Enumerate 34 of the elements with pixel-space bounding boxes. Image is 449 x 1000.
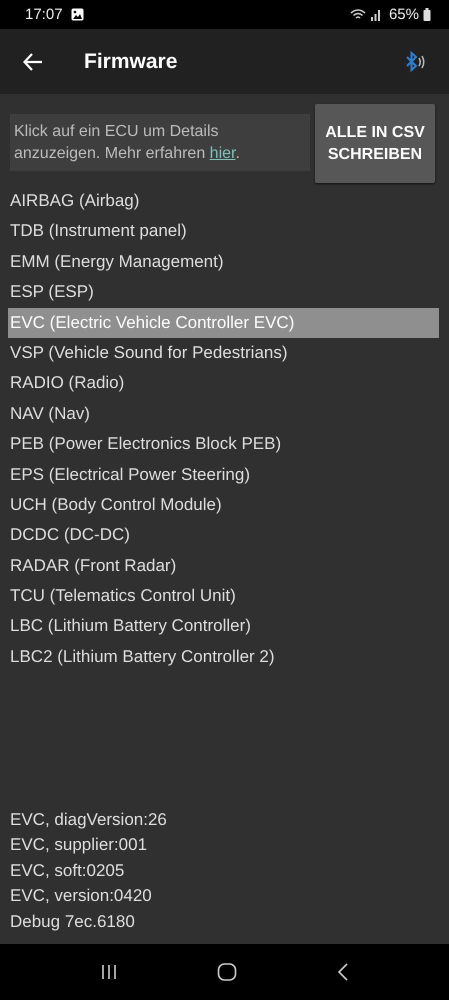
- signal-icon: [370, 8, 382, 20]
- ecu-list-item[interactable]: EMM (Energy Management): [8, 246, 439, 278]
- status-time: 17:07: [25, 6, 63, 23]
- ecu-list-item[interactable]: AIRBAG (Airbag): [8, 186, 439, 216]
- battery-icon: [423, 8, 431, 21]
- detail-line: EVC, version:0420: [10, 885, 153, 907]
- battery-percent: 65%: [388, 6, 419, 23]
- ecu-list-item[interactable]: UCH (Body Control Module): [8, 490, 439, 520]
- ecu-list-item[interactable]: EPS (Electrical Power Steering): [8, 460, 439, 490]
- ecu-list-item[interactable]: TDB (Instrument panel): [8, 216, 439, 247]
- home-icon[interactable]: [217, 963, 238, 981]
- ecu-list-item[interactable]: LBC2 (Lithium Battery Controller 2): [8, 642, 439, 672]
- export-csv-button[interactable]: ALLE IN CSV SCHREIBEN: [315, 104, 435, 183]
- image-icon: [70, 8, 84, 21]
- learn-more-link[interactable]: hier: [210, 145, 236, 162]
- ecu-list-item[interactable]: NAV (Nav): [8, 398, 439, 430]
- ecu-list-item[interactable]: RADIO (Radio): [8, 368, 439, 399]
- ecu-list-item[interactable]: RADAR (Front Radar): [8, 550, 439, 582]
- detail-line: Debug 7ec.6180: [10, 910, 136, 932]
- wifi-icon: [350, 8, 366, 20]
- detail-line: EVC, soft:0205: [10, 860, 126, 882]
- ecu-list-item[interactable]: LBC (Lithium Battery Controller): [8, 611, 439, 642]
- ecu-list-item[interactable]: VSP (Vehicle Sound for Pedestrians): [8, 338, 439, 368]
- ecu-list-item[interactable]: DCDC (DC-DC): [8, 520, 439, 551]
- back-arrow-icon[interactable]: [23, 52, 43, 70]
- detail-line: EVC, supplier:001: [10, 834, 148, 856]
- detail-line: EVC, diagVersion:26: [10, 808, 168, 830]
- recent-apps-icon[interactable]: [100, 964, 118, 980]
- screen-title: Firmware: [84, 50, 178, 74]
- ecu-list-item[interactable]: ESP (ESP): [8, 277, 439, 308]
- info-text: Klick auf ein ECU um Details anzuzeigen. Mehr erfahren hier.: [10, 114, 310, 171]
- ecu-list-item[interactable]: TCU (Telematics Control Unit): [8, 581, 439, 612]
- ecu-list-item[interactable]: PEB (Power Electronics Block PEB): [8, 429, 439, 460]
- back-icon[interactable]: [337, 963, 350, 981]
